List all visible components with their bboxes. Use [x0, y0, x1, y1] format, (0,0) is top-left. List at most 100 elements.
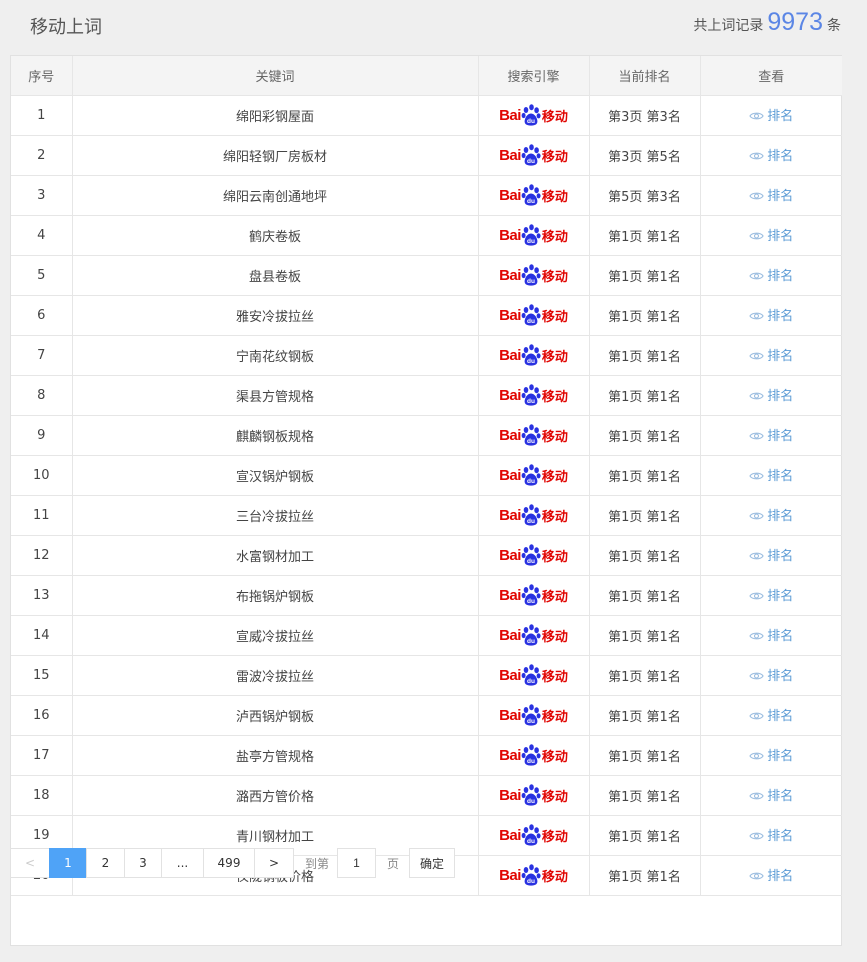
view-rank-link[interactable]: 排名	[749, 305, 793, 324]
mobile-label: 移动	[541, 709, 568, 725]
row-keyword: 鹤庆卷板	[72, 215, 479, 256]
view-rank-link[interactable]: 排名	[749, 545, 793, 564]
baidu-mobile-logo: Bai du 移动	[499, 304, 568, 326]
baidu-paw-icon: du	[521, 544, 541, 566]
mobile-label: 移动	[541, 549, 568, 565]
row-view: 排名	[700, 135, 842, 176]
view-rank-link[interactable]: 排名	[749, 785, 793, 804]
jump-to-label: 到第	[305, 856, 330, 871]
baidu-mobile-logo: Bai du 移动	[499, 704, 568, 726]
total-count: 9973	[767, 8, 823, 36]
baidu-paw-icon: du	[521, 584, 541, 606]
baidu-du-text: du	[527, 718, 535, 725]
table-row: 7 宁南花纹钢板 Bai du 移动 第1页 第1名 排名	[11, 335, 842, 376]
baidu-mobile-logo: Bai du 移动	[499, 824, 568, 846]
confirm-button[interactable]: 确定	[409, 848, 456, 878]
header-current-rank: 当前排名	[589, 56, 701, 96]
row-rank: 第1页 第1名	[589, 295, 701, 336]
table-row: 1 绵阳彩钢屋面 Bai du 移动 第3页 第3名 排名	[11, 95, 842, 136]
baidu-logo-text: Bai	[499, 426, 521, 444]
baidu-mobile-logo: Bai du 移动	[499, 104, 568, 126]
baidu-logo-text: Bai	[499, 146, 521, 164]
view-rank-link[interactable]: 排名	[749, 745, 793, 764]
row-search-engine: Bai du 移动	[478, 775, 590, 816]
view-rank-link[interactable]: 排名	[749, 145, 793, 164]
view-rank-link[interactable]: 排名	[749, 585, 793, 604]
row-view: 排名	[700, 455, 842, 496]
baidu-mobile-logo: Bai du 移动	[499, 504, 568, 526]
row-view: 排名	[700, 815, 842, 856]
table-row: 3 绵阳云南创通地坪 Bai du 移动 第5页 第3名 排名	[11, 175, 842, 216]
row-keyword: 麒麟钢板规格	[72, 415, 479, 456]
view-rank-link[interactable]: 排名	[749, 625, 793, 644]
eye-icon	[749, 270, 764, 280]
view-rank-link[interactable]: 排名	[749, 825, 793, 844]
baidu-paw-icon: du	[521, 824, 541, 846]
baidu-du-text: du	[527, 238, 535, 245]
view-rank-label: 排名	[767, 349, 794, 365]
prev-page-button[interactable]: <	[10, 848, 50, 878]
mobile-label: 移动	[541, 829, 568, 845]
eye-icon	[749, 790, 764, 800]
mobile-label: 移动	[541, 629, 568, 645]
view-rank-link[interactable]: 排名	[749, 705, 793, 724]
page-button-1[interactable]: 1	[49, 848, 87, 878]
baidu-logo-text: Bai	[499, 506, 521, 524]
baidu-du-text: du	[527, 838, 535, 845]
baidu-paw-icon: du	[521, 664, 541, 686]
table-row: 2 绵阳轻钢厂房板材 Bai du 移动 第3页 第5名 排名	[11, 135, 842, 176]
row-view: 排名	[700, 95, 842, 136]
view-rank-link[interactable]: 排名	[749, 105, 793, 124]
table-row: 5 盘县卷板 Bai du 移动 第1页 第1名 排名	[11, 255, 842, 296]
jump-page-input[interactable]	[337, 848, 377, 878]
view-rank-link[interactable]: 排名	[749, 465, 793, 484]
view-rank-link[interactable]: 排名	[749, 865, 793, 884]
row-rank: 第1页 第1名	[589, 215, 701, 256]
baidu-logo-text: Bai	[499, 186, 521, 204]
view-rank-label: 排名	[767, 549, 794, 565]
view-rank-link[interactable]: 排名	[749, 225, 793, 244]
baidu-paw-icon: du	[521, 424, 541, 446]
row-index: 9	[11, 415, 73, 456]
view-rank-link[interactable]: 排名	[749, 185, 793, 204]
row-rank: 第1页 第1名	[589, 335, 701, 376]
view-rank-link[interactable]: 排名	[749, 345, 793, 364]
row-view: 排名	[700, 375, 842, 416]
row-keyword: 渠县方管规格	[72, 375, 479, 416]
row-rank: 第1页 第1名	[589, 415, 701, 456]
baidu-mobile-logo: Bai du 移动	[499, 624, 568, 646]
mobile-label: 移动	[541, 349, 568, 365]
mobile-label: 移动	[541, 309, 568, 325]
row-search-engine: Bai du 移动	[478, 615, 590, 656]
row-view: 排名	[700, 295, 842, 336]
total-suffix: 条	[827, 18, 841, 34]
row-rank: 第1页 第1名	[589, 775, 701, 816]
row-view: 排名	[700, 175, 842, 216]
view-rank-link[interactable]: 排名	[749, 425, 793, 444]
next-page-button[interactable]: >	[254, 848, 294, 878]
row-rank: 第1页 第1名	[589, 375, 701, 416]
view-rank-label: 排名	[767, 709, 794, 725]
view-rank-link[interactable]: 排名	[749, 265, 793, 284]
baidu-logo-text: Bai	[499, 546, 521, 564]
view-rank-link[interactable]: 排名	[749, 665, 793, 684]
row-search-engine: Bai du 移动	[478, 735, 590, 776]
baidu-logo-text: Bai	[499, 626, 521, 644]
page-button-3[interactable]: 3	[124, 848, 162, 878]
row-keyword: 盘县卷板	[72, 255, 479, 296]
view-rank-link[interactable]: 排名	[749, 385, 793, 404]
eye-icon	[749, 670, 764, 680]
view-rank-label: 排名	[767, 749, 794, 765]
view-rank-label: 排名	[767, 469, 794, 485]
baidu-logo-text: Bai	[499, 746, 521, 764]
row-view: 排名	[700, 735, 842, 776]
table-row: 15 雷波冷拔拉丝 Bai du 移动 第1页 第1名 排名	[11, 655, 842, 696]
page-button-499[interactable]: 499	[203, 848, 255, 878]
page-button-2[interactable]: 2	[86, 848, 125, 878]
eye-icon	[749, 190, 764, 200]
eye-icon	[749, 870, 764, 880]
view-rank-label: 排名	[767, 629, 794, 645]
row-keyword: 宣汉锅炉钢板	[72, 455, 479, 496]
view-rank-link[interactable]: 排名	[749, 505, 793, 524]
row-index: 6	[11, 295, 73, 336]
